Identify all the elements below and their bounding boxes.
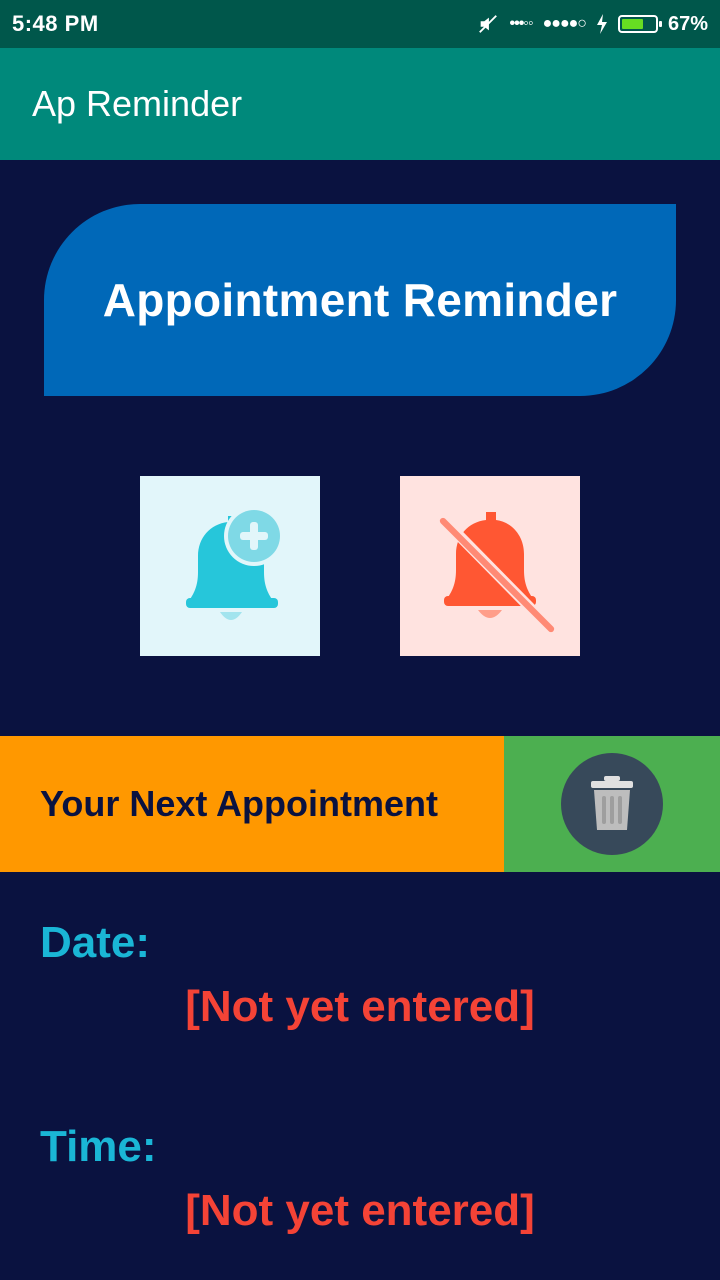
trash-icon [591, 776, 633, 830]
battery-level-fill [621, 19, 643, 29]
battery-icon [617, 15, 662, 33]
delete-appointment-button[interactable] [561, 753, 663, 855]
mute-icon [479, 15, 498, 33]
status-time: 5:48 PM [12, 11, 99, 36]
app-title: Ap Reminder [32, 83, 243, 124]
cancel-reminder-button[interactable] [400, 476, 580, 656]
add-reminder-button[interactable] [140, 476, 320, 656]
delete-appointment-area [504, 736, 720, 872]
bell-plus-icon [186, 506, 284, 620]
status-bar: 5:48 PM •••◦◦ ●●●●○ 67% [0, 0, 720, 48]
next-appointment-header: Your Next Appointment [0, 736, 504, 872]
bell-off-icon [439, 512, 555, 633]
charging-icon [596, 14, 607, 34]
date-value: [Not yet entered] [185, 982, 535, 1031]
hero-banner: Appointment Reminder [44, 204, 676, 396]
time-value: [Not yet entered] [185, 1186, 535, 1235]
app-bar: Ap Reminder [0, 48, 720, 160]
hero-title: Appointment Reminder [102, 274, 618, 326]
time-label: Time: [40, 1122, 157, 1171]
next-appointment-heading: Your Next Appointment [40, 783, 438, 824]
signal-strength-icon: ●●●●○ [542, 15, 587, 32]
status-icons: •••◦◦ ●●●●○ 67% [477, 13, 708, 36]
signal-dots-icon: •••◦◦ [509, 15, 533, 32]
battery-percent: 67% [667, 12, 708, 35]
date-label: Date: [40, 918, 151, 967]
